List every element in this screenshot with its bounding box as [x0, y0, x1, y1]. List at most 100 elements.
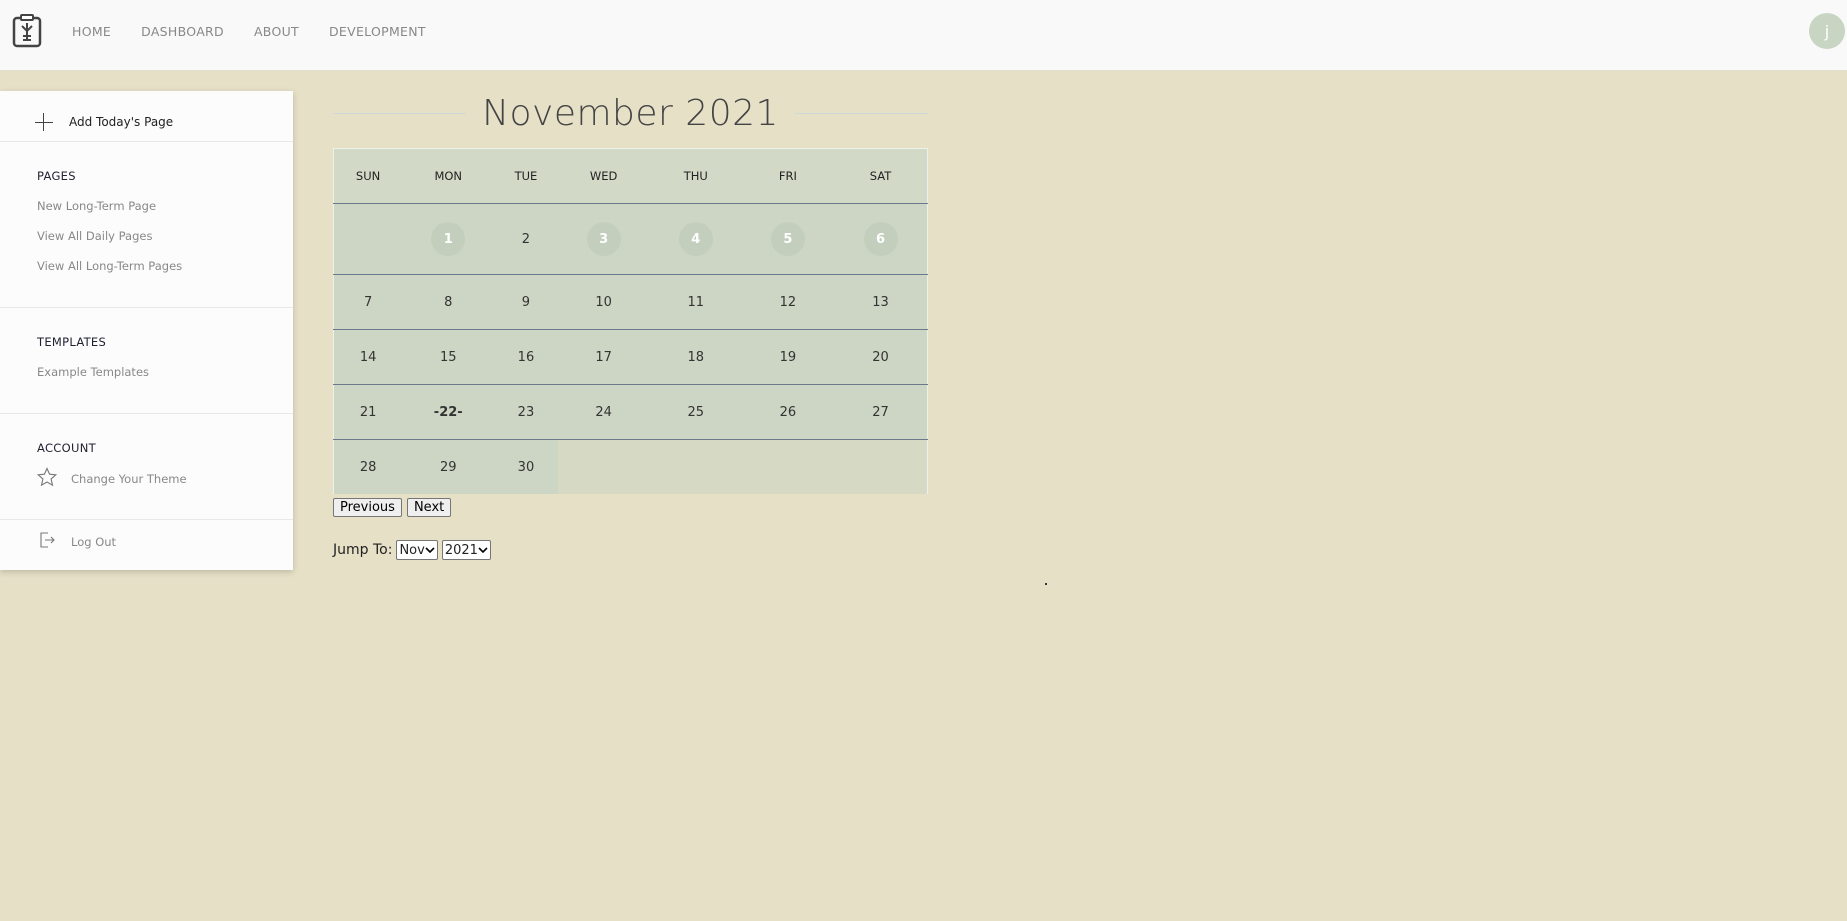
weekday-header-row: SUN MON TUE WED THU FRI SAT [333, 148, 928, 204]
next-button[interactable]: Next [406, 498, 452, 517]
nav-about[interactable]: ABOUT [254, 24, 299, 39]
calendar-day-cell[interactable]: 18 [649, 329, 742, 385]
calendar-empty-cell [557, 439, 650, 494]
calendar-week-row: 28 29 30 [334, 439, 928, 495]
sidebar-item-change-theme[interactable]: Change Your Theme [36, 467, 187, 491]
sidebar-item-view-all-long-term-pages[interactable]: View All Long-Term Pages [37, 259, 182, 273]
day-number: 17 [595, 349, 612, 365]
calendar-empty-cell [741, 439, 834, 494]
calendar-grid: SUN MON TUE WED THU FRI SAT 1 2 3 4 5 6 7 8 9 10 1… [333, 148, 928, 494]
sidebar-item-new-long-term-page[interactable]: New Long-Term Page [37, 199, 156, 213]
nav-development[interactable]: DEVELOPMENT [329, 24, 426, 39]
day-number: 30 [517, 459, 535, 475]
calendar-day-cell[interactable]: 4 [649, 203, 742, 275]
sidebar-divider [0, 519, 293, 520]
calendar-title: November 2021 [333, 88, 928, 138]
calendar-day-cell[interactable]: 14 [333, 329, 403, 385]
calendar-day-cell[interactable]: 13 [834, 274, 928, 330]
day-number: 7 [363, 294, 373, 310]
day-number: 29 [439, 459, 457, 475]
calendar-day-cell[interactable]: 26 [741, 384, 834, 440]
weekday-header: WED [557, 148, 650, 204]
title-rule-right [794, 112, 928, 114]
calendar-day-cell[interactable]: 11 [649, 274, 742, 330]
day-number: 2 [521, 231, 531, 247]
weekday-header: TUE [494, 148, 558, 204]
day-number: 28 [359, 459, 377, 475]
add-todays-page-button[interactable]: Add Today's Page [35, 109, 173, 135]
calendar-empty-cell [333, 203, 403, 275]
day-with-entry: 4 [678, 222, 713, 256]
nav-dashboard[interactable]: DASHBOARD [141, 24, 224, 39]
day-with-entry: 6 [863, 222, 898, 256]
top-navbar: HOME DASHBOARD ABOUT DEVELOPMENT j [0, 0, 1847, 71]
chevron-down-icon [478, 547, 488, 554]
calendar-day-cell[interactable]: 19 [741, 329, 834, 385]
calendar-day-cell[interactable]: 21 [333, 384, 403, 440]
calendar-week-row: 1 2 3 4 5 6 [333, 203, 928, 275]
day-number: 10 [595, 294, 612, 310]
jump-to-label: Jump To: [333, 542, 393, 558]
previous-button[interactable]: Previous [333, 498, 402, 517]
calendar-day-cell[interactable]: 1 [402, 203, 495, 275]
day-number: 25 [687, 404, 705, 420]
calendar-day-cell[interactable]: 3 [557, 203, 650, 275]
calendar-week-row: 7 8 9 10 11 12 13 [333, 274, 928, 330]
weekday-header: THU [649, 148, 742, 204]
calendar-day-cell[interactable]: 7 [333, 274, 403, 330]
calendar-day-cell[interactable]: 6 [834, 203, 928, 275]
calendar-day-cell[interactable]: 10 [557, 274, 650, 330]
calendar-day-cell[interactable]: 16 [494, 329, 558, 385]
day-number: 13 [872, 294, 889, 310]
calendar-day-cell[interactable]: 23 [494, 384, 558, 440]
day-number: 20 [872, 349, 889, 365]
day-number: 14 [359, 349, 377, 365]
month-select[interactable]: Nov [396, 540, 438, 560]
weekday-header: MON [402, 148, 495, 204]
day-number: 23 [517, 404, 535, 420]
chevron-down-icon [425, 547, 435, 554]
sidebar-item-log-out[interactable]: Log Out [37, 530, 116, 554]
day-number: 9 [521, 294, 531, 310]
sidebar-item-example-templates[interactable]: Example Templates [37, 365, 149, 379]
sidebar-divider [0, 141, 293, 142]
day-number: 21 [359, 404, 377, 420]
nav-home[interactable]: HOME [72, 24, 111, 39]
calendar-day-cell[interactable]: 25 [649, 384, 742, 440]
sidebar-divider [0, 307, 293, 308]
calendar-day-cell[interactable]: 17 [557, 329, 650, 385]
calendar-day-cell[interactable]: 29 [402, 440, 494, 495]
calendar-day-cell[interactable]: 27 [834, 384, 928, 440]
calendar-empty-cell [649, 439, 742, 494]
calendar-day-cell[interactable]: 9 [494, 274, 558, 330]
month-select-value: Nov [399, 542, 425, 558]
day-number: 16 [517, 349, 535, 365]
year-select[interactable]: 2021 [441, 540, 491, 560]
calendar-day-cell[interactable]: 5 [741, 203, 834, 275]
calendar-day-cell[interactable]: 20 [834, 329, 928, 385]
user-avatar[interactable]: j [1809, 13, 1845, 49]
month-year-title: November 2021 [482, 92, 779, 134]
calendar-day-cell[interactable]: 28 [334, 440, 403, 495]
calendar-day-cell[interactable]: -22- [402, 384, 495, 440]
journal-logo-icon[interactable] [12, 14, 42, 48]
add-todays-page-label: Add Today's Page [69, 115, 174, 129]
calendar-empty-cell [834, 439, 928, 494]
calendar-day-cell[interactable]: 12 [741, 274, 834, 330]
calendar-day-cell[interactable]: 8 [402, 274, 495, 330]
calendar-day-cell[interactable]: 30 [494, 440, 557, 495]
calendar-day-cell[interactable]: 15 [402, 329, 495, 385]
main-nav: HOME DASHBOARD ABOUT DEVELOPMENT [72, 24, 426, 39]
calendar-day-cell[interactable]: 2 [494, 203, 558, 275]
calendar-week-row: 14 15 16 17 18 19 20 [333, 329, 928, 385]
today-day: -22- [433, 404, 463, 420]
day-number: 18 [687, 349, 705, 365]
weekday-header: FRI [741, 148, 834, 204]
weekday-header: SAT [834, 148, 928, 204]
pages-heading: PAGES [37, 169, 76, 183]
plus-icon [35, 113, 53, 131]
day-number: 15 [439, 349, 457, 365]
sidebar-item-view-all-daily-pages[interactable]: View All Daily Pages [37, 229, 152, 243]
calendar-day-cell[interactable]: 24 [557, 384, 650, 440]
star-icon [36, 467, 58, 491]
